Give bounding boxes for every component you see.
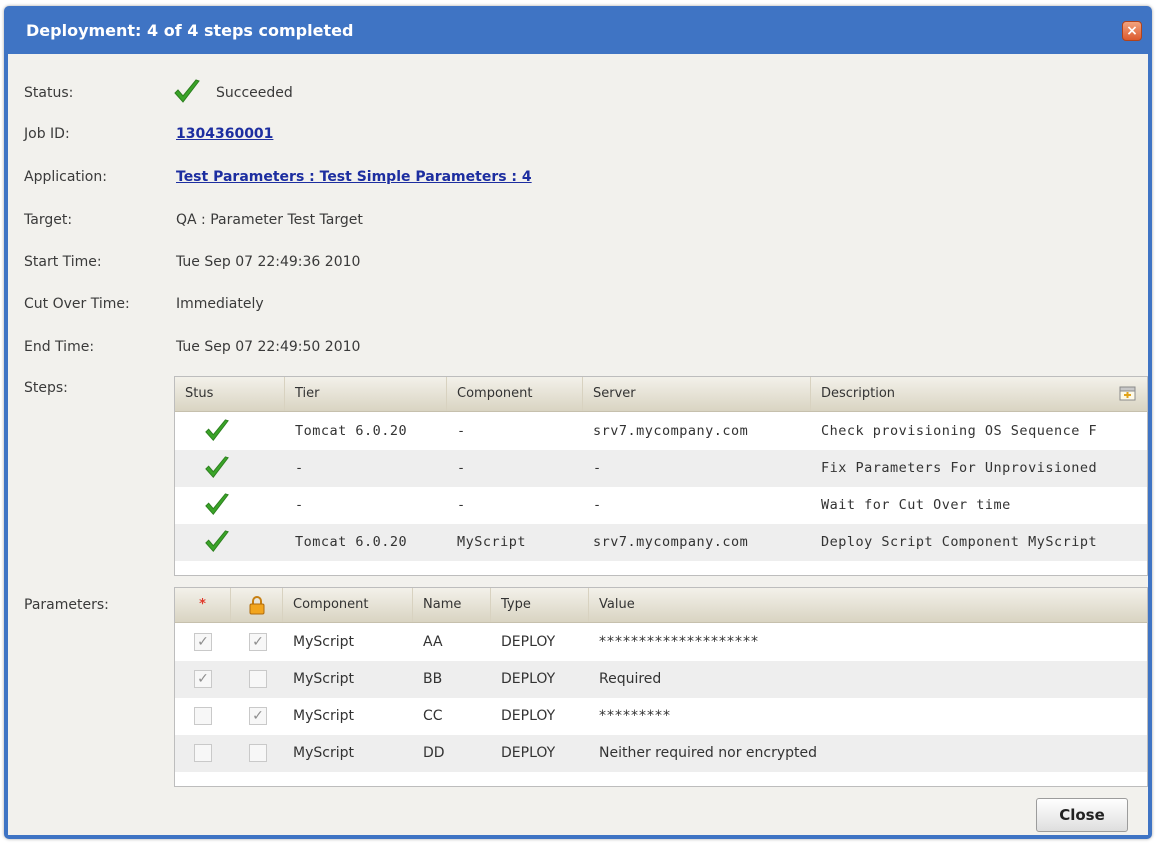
column-chooser-icon[interactable] bbox=[1119, 385, 1137, 403]
parameter-row[interactable]: ✓ MyScript CC DEPLOY ********* bbox=[175, 698, 1147, 735]
steps-cell-description: Wait for Cut Over time bbox=[821, 497, 1011, 513]
param-cell-value: Required bbox=[599, 671, 662, 687]
encrypted-checkbox[interactable]: ✓ bbox=[249, 633, 267, 651]
param-cell-name: AA bbox=[423, 634, 443, 650]
steps-cell-tier: - bbox=[295, 460, 304, 476]
close-icon[interactable]: × bbox=[1122, 21, 1142, 41]
success-check-icon bbox=[205, 530, 229, 553]
parameters-header: * Component Name Type Value bbox=[175, 588, 1147, 623]
dialog-body: Status: Succeeded Job ID: 1304360001 App… bbox=[8, 54, 1148, 835]
parameters-grid: * Component Name Type Value ✓ ✓ MyScript… bbox=[174, 587, 1148, 787]
cut-over-time-label: Cut Over Time: bbox=[24, 296, 130, 312]
success-check-icon bbox=[205, 456, 229, 479]
steps-cell-server: - bbox=[593, 460, 602, 476]
params-col-name[interactable]: Name bbox=[413, 588, 491, 622]
steps-cell-description: Fix Parameters For Unprovisioned bbox=[821, 460, 1098, 476]
steps-cell-server: - bbox=[593, 497, 602, 513]
param-cell-component: MyScript bbox=[293, 671, 354, 687]
status-value: Succeeded bbox=[216, 85, 293, 101]
param-cell-value: ********* bbox=[599, 708, 671, 724]
job-id-label: Job ID: bbox=[24, 126, 70, 142]
dialog-title: Deployment: 4 of 4 steps completed bbox=[26, 21, 354, 40]
steps-cell-tier: Tomcat 6.0.20 bbox=[295, 423, 408, 439]
required-checkbox[interactable] bbox=[194, 744, 212, 762]
steps-col-description[interactable]: Description bbox=[811, 377, 1147, 411]
status-label: Status: bbox=[24, 85, 74, 101]
steps-cell-component: - bbox=[457, 423, 466, 439]
steps-col-status[interactable]: Stus bbox=[175, 377, 285, 411]
param-cell-component: MyScript bbox=[293, 634, 354, 650]
parameter-row[interactable]: ✓ ✓ MyScript AA DEPLOY *****************… bbox=[175, 624, 1147, 661]
steps-cell-component: - bbox=[457, 497, 466, 513]
application-link[interactable]: Test Parameters : Test Simple Parameters… bbox=[176, 169, 532, 185]
steps-grid: Stus Tier Component Server Description T… bbox=[174, 376, 1148, 576]
required-checkbox[interactable] bbox=[194, 707, 212, 725]
param-cell-name: BB bbox=[423, 671, 443, 687]
param-cell-type: DEPLOY bbox=[501, 634, 556, 650]
params-col-value[interactable]: Value bbox=[589, 588, 1147, 622]
deployment-dialog: Deployment: 4 of 4 steps completed × Sta… bbox=[4, 6, 1152, 839]
target-label: Target: bbox=[24, 212, 73, 228]
parameters-label: Parameters: bbox=[24, 597, 109, 613]
steps-col-component[interactable]: Component bbox=[447, 377, 583, 411]
parameter-row[interactable]: ✓ MyScript BB DEPLOY Required bbox=[175, 661, 1147, 698]
steps-cell-tier: - bbox=[295, 497, 304, 513]
steps-row[interactable]: Tomcat 6.0.20 - srv7.mycompany.com Check… bbox=[175, 413, 1147, 450]
close-button[interactable]: Close bbox=[1036, 798, 1128, 832]
lock-icon bbox=[249, 596, 265, 615]
end-time-value: Tue Sep 07 22:49:50 2010 bbox=[176, 339, 361, 355]
steps-col-server[interactable]: Server bbox=[583, 377, 811, 411]
required-column-star[interactable]: * bbox=[175, 588, 231, 622]
start-time-value: Tue Sep 07 22:49:36 2010 bbox=[176, 254, 361, 270]
steps-cell-description: Deploy Script Component MyScript bbox=[821, 534, 1098, 550]
job-id-link[interactable]: 1304360001 bbox=[176, 126, 273, 142]
steps-cell-server: srv7.mycompany.com bbox=[593, 534, 749, 550]
steps-col-tier[interactable]: Tier bbox=[285, 377, 447, 411]
params-col-type[interactable]: Type bbox=[491, 588, 589, 622]
params-col-component[interactable]: Component bbox=[283, 588, 413, 622]
param-cell-value: ******************** bbox=[599, 634, 759, 650]
steps-row[interactable]: Tomcat 6.0.20 MyScript srv7.mycompany.co… bbox=[175, 524, 1147, 561]
required-checkbox[interactable]: ✓ bbox=[194, 633, 212, 651]
target-value: QA : Parameter Test Target bbox=[176, 212, 363, 228]
encrypted-checkbox[interactable]: ✓ bbox=[249, 707, 267, 725]
parameter-row[interactable]: MyScript DD DEPLOY Neither required nor … bbox=[175, 735, 1147, 772]
end-time-label: End Time: bbox=[24, 339, 95, 355]
param-cell-type: DEPLOY bbox=[501, 671, 556, 687]
param-cell-type: DEPLOY bbox=[501, 708, 556, 724]
steps-cell-tier: Tomcat 6.0.20 bbox=[295, 534, 408, 550]
steps-row[interactable]: - - - Wait for Cut Over time bbox=[175, 487, 1147, 524]
steps-cell-component: MyScript bbox=[457, 534, 527, 550]
success-check-icon bbox=[205, 419, 229, 442]
start-time-label: Start Time: bbox=[24, 254, 102, 270]
required-checkbox[interactable]: ✓ bbox=[194, 670, 212, 688]
steps-cell-description: Check provisioning OS Sequence F bbox=[821, 423, 1098, 439]
success-check-icon bbox=[174, 79, 200, 103]
param-cell-name: DD bbox=[423, 745, 445, 761]
steps-header: Stus Tier Component Server Description bbox=[175, 377, 1147, 412]
encrypted-column-header[interactable] bbox=[231, 588, 283, 622]
param-cell-value: Neither required nor encrypted bbox=[599, 745, 818, 761]
steps-row[interactable]: - - - Fix Parameters For Unprovisioned bbox=[175, 450, 1147, 487]
param-cell-component: MyScript bbox=[293, 708, 354, 724]
cut-over-time-value: Immediately bbox=[176, 296, 264, 312]
steps-cell-server: srv7.mycompany.com bbox=[593, 423, 749, 439]
param-cell-component: MyScript bbox=[293, 745, 354, 761]
encrypted-checkbox[interactable] bbox=[249, 744, 267, 762]
steps-cell-component: - bbox=[457, 460, 466, 476]
steps-label: Steps: bbox=[24, 380, 68, 396]
encrypted-checkbox[interactable] bbox=[249, 670, 267, 688]
param-cell-name: CC bbox=[423, 708, 443, 724]
application-label: Application: bbox=[24, 169, 107, 185]
param-cell-type: DEPLOY bbox=[501, 745, 556, 761]
success-check-icon bbox=[205, 493, 229, 516]
